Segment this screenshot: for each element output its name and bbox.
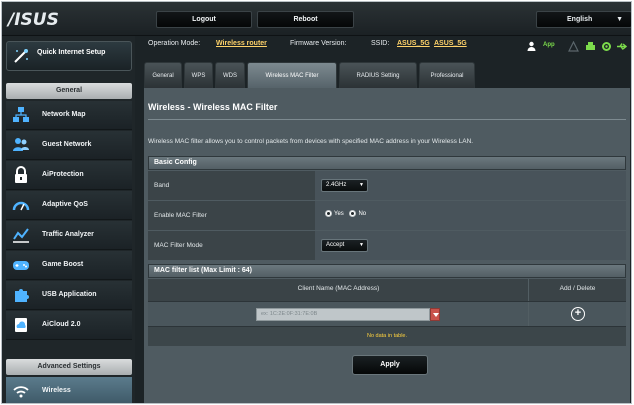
top-bar: /ISUS Logout Reboot English ▼ xyxy=(2,2,631,36)
title-divider xyxy=(148,119,626,120)
tab-wds[interactable]: WDS xyxy=(215,62,245,88)
enable-mac-filter-label: Enable MAC Filter xyxy=(148,201,315,230)
asus-logo: /ISUS xyxy=(8,10,59,30)
enable-mac-filter-cell: Yes No xyxy=(315,201,626,230)
language-value: English xyxy=(567,16,593,23)
router-admin-window: /ISUS Logout Reboot English ▼ Quick Inte… xyxy=(1,1,632,404)
logout-button[interactable]: Logout xyxy=(156,11,252,28)
tab-wps[interactable]: WPS xyxy=(184,62,213,88)
sidebar-item-adaptive-qos[interactable]: Adaptive QoS xyxy=(6,191,132,220)
band-value-cell: 2.4GHz ▼ xyxy=(315,171,626,200)
printer-icon[interactable] xyxy=(585,41,596,52)
sidebar-item-traffic-analyzer[interactable]: Traffic Analyzer xyxy=(6,221,132,250)
tab-general[interactable]: General xyxy=(144,62,182,88)
mac-filter-mode-cell: Accept ▼ xyxy=(315,231,626,260)
column-divider xyxy=(528,302,529,327)
ssid-label: SSID: xyxy=(371,40,390,47)
chevron-down-icon: ▼ xyxy=(616,16,623,23)
page-title: Wireless - Wireless MAC Filter xyxy=(148,102,278,112)
sidebar-item-label: Network Map xyxy=(42,111,86,118)
mac-list-column-header: Client Name (MAC Address) Add / Delete xyxy=(148,279,626,301)
sidebar-item-label: Game Boost xyxy=(42,261,84,268)
no-label: No xyxy=(358,211,367,218)
mac-filter-mode-row: MAC Filter Mode Accept ▼ xyxy=(148,231,626,260)
advanced-settings-heading: Advanced Settings xyxy=(6,359,132,375)
cloud-icon xyxy=(15,318,27,332)
sidebar-item-label: Traffic Analyzer xyxy=(42,231,94,238)
mac-entry-row: ex: 1C:2E:0F:31:7E:0B + xyxy=(148,301,626,327)
quick-internet-setup-button[interactable]: Quick Internet Setup xyxy=(6,41,132,71)
status-line: Operation Mode: Wireless router Firmware… xyxy=(144,40,630,54)
magic-wand-icon xyxy=(14,49,28,63)
reboot-button[interactable]: Reboot xyxy=(257,11,354,28)
sidebar-item-label: AiCloud 2.0 xyxy=(42,321,81,328)
sidebar-item-usb-application[interactable]: USB Application xyxy=(6,281,132,310)
operation-mode-label: Operation Mode: xyxy=(148,40,201,47)
mac-filter-list-header: MAC filter list (Max Limit : 64) xyxy=(148,264,626,278)
tab-professional[interactable]: Professional xyxy=(419,62,475,88)
sidebar-item-label: USB Application xyxy=(42,291,97,298)
sidebar-item-wireless[interactable]: Wireless xyxy=(6,377,132,403)
usb-icon[interactable] xyxy=(616,41,627,52)
add-icon[interactable]: + xyxy=(571,307,585,321)
gamepad-icon xyxy=(13,261,29,270)
no-data-message: No data in table. xyxy=(148,326,626,346)
sidebar-item-network-map[interactable]: Network Map xyxy=(6,101,132,130)
ssid-link[interactable]: ASUS_5G xyxy=(434,40,467,47)
add-delete-column: Add / Delete xyxy=(559,285,596,292)
enable-mac-filter-row: Enable MAC Filter Yes No xyxy=(148,201,626,230)
page-description: Wireless MAC filter allows you to contro… xyxy=(148,138,474,145)
warning-icon[interactable] xyxy=(568,41,579,52)
tab-wireless-mac-filter[interactable]: Wireless MAC Filter xyxy=(247,62,337,88)
ssid-link[interactable]: ASUS_5G xyxy=(397,40,430,47)
firmware-label: Firmware Version: xyxy=(290,40,347,47)
tab-radius-setting[interactable]: RADIUS Setting xyxy=(339,62,417,88)
sidebar-item-aicloud[interactable]: AiCloud 2.0 xyxy=(6,311,132,340)
sidebar-item-label: AiProtection xyxy=(42,171,84,178)
mac-filter-mode-select[interactable]: Accept ▼ xyxy=(321,239,368,252)
gear-icon[interactable] xyxy=(601,41,612,52)
no-radio[interactable] xyxy=(349,210,357,217)
language-select[interactable]: English ▼ xyxy=(536,11,631,28)
sidebar-item-label: Adaptive QoS xyxy=(42,201,88,208)
content-panel: Wireless - Wireless MAC Filter Wireless … xyxy=(144,88,630,403)
chart-icon xyxy=(13,228,29,243)
lock-icon xyxy=(15,166,27,183)
speedometer-icon xyxy=(12,201,30,211)
band-select[interactable]: 2.4GHz ▼ xyxy=(321,179,368,192)
sidebar: Quick Internet Setup General Network Map… xyxy=(2,36,135,403)
enable-mac-filter-radios: Yes No xyxy=(325,210,366,217)
app-link[interactable]: App xyxy=(543,42,555,48)
band-row: Band 2.4GHz ▼ xyxy=(148,171,626,200)
yes-radio[interactable] xyxy=(325,210,332,217)
basic-config-header: Basic Config xyxy=(148,156,626,170)
apply-button[interactable]: Apply xyxy=(352,355,428,375)
general-heading: General xyxy=(6,83,132,99)
chevron-down-icon: ▼ xyxy=(359,242,364,248)
sidebar-item-game-boost[interactable]: Game Boost xyxy=(6,251,132,280)
sidebar-item-aiprotection[interactable]: AiProtection xyxy=(6,161,132,190)
band-label: Band xyxy=(148,171,315,200)
mac-address-input[interactable]: ex: 1C:2E:0F:31:7E:0B xyxy=(256,308,430,321)
wifi-icon xyxy=(13,386,29,398)
mac-filter-mode-value: Accept xyxy=(326,242,345,248)
guest-network-icon xyxy=(13,138,29,151)
mac-filter-mode-label: MAC Filter Mode xyxy=(148,231,315,260)
sidebar-item-label: Wireless xyxy=(42,387,71,394)
puzzle-icon xyxy=(15,289,29,302)
sidebar-item-guest-network[interactable]: Guest Network xyxy=(6,131,132,160)
person-icon[interactable] xyxy=(526,41,537,52)
sidebar-item-label: Guest Network xyxy=(42,141,92,148)
quick-setup-label: Quick Internet Setup xyxy=(37,49,106,56)
band-value: 2.4GHz xyxy=(326,182,347,188)
chevron-down-icon: ▼ xyxy=(359,182,364,188)
client-dropdown-button[interactable] xyxy=(430,308,440,321)
operation-mode-link[interactable]: Wireless router xyxy=(216,40,267,47)
yes-label: Yes xyxy=(334,211,344,218)
network-map-icon xyxy=(13,107,29,122)
client-name-column: Client Name (MAC Address) xyxy=(297,285,380,292)
